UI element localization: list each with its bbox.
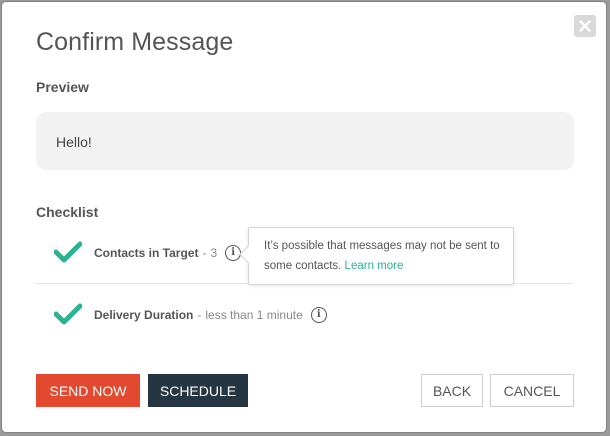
checkmark-icon xyxy=(54,303,82,325)
learn-more-link[interactable]: Learn more xyxy=(345,260,404,272)
back-button[interactable]: Back xyxy=(421,374,483,407)
message-preview: Hello! xyxy=(36,112,574,170)
checklist-item-duration: Delivery Duration - less than 1 minute i xyxy=(36,300,574,330)
contacts-tooltip: It’s possible that messages may not be s… xyxy=(239,227,514,285)
checklist-item-value: 3 xyxy=(210,246,218,260)
confirm-message-dialog: Confirm Message Preview Hello! Checklist… xyxy=(2,2,606,432)
info-icon[interactable]: i xyxy=(310,307,327,323)
cancel-button[interactable]: Cancel xyxy=(490,374,574,407)
info-icon[interactable]: i xyxy=(225,245,242,261)
dialog-title: Confirm Message xyxy=(36,28,234,56)
checklist-item-label: Contacts in Target xyxy=(94,246,199,260)
preview-label: Preview xyxy=(36,79,89,95)
checklist-item-label: Delivery Duration xyxy=(94,308,194,322)
checklist-item-separator: - xyxy=(202,246,207,260)
checklist-item-value: less than 1 minute xyxy=(205,308,303,322)
checklist-item-separator: - xyxy=(197,308,202,322)
send-now-button[interactable]: Send Now xyxy=(36,374,140,407)
close-icon xyxy=(579,20,591,32)
checkmark-icon xyxy=(54,241,82,263)
schedule-button[interactable]: Schedule xyxy=(148,374,248,407)
close-button[interactable] xyxy=(574,15,596,37)
checklist-label: Checklist xyxy=(36,204,99,220)
preview-message-text: Hello! xyxy=(56,134,92,150)
